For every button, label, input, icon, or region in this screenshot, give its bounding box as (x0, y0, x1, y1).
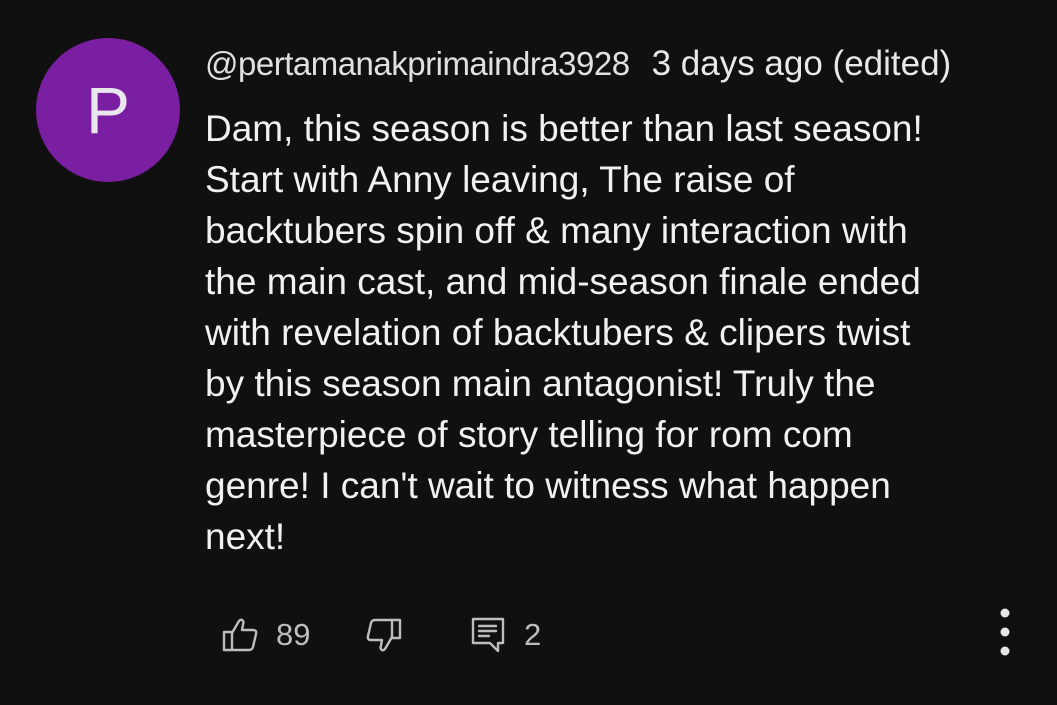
comment-text: Dam, this season is better than last sea… (205, 108, 923, 557)
comment-actions: 89 2 (0, 605, 1057, 661)
reply-button[interactable] (466, 613, 510, 657)
comment-header: @pertamanakprimaindra3928 3 days ago (ed… (205, 42, 951, 86)
thumbs-down-icon (366, 618, 402, 652)
thumbs-up-icon (222, 618, 258, 652)
comment-icon (471, 617, 505, 653)
like-count: 89 (276, 617, 311, 652)
author-name[interactable]: @pertamanakprimaindra3928 (205, 45, 630, 83)
reply-count: 2 (524, 617, 542, 652)
like-button[interactable] (218, 613, 262, 657)
avatar-letter: P (85, 73, 131, 147)
avatar[interactable]: P (36, 38, 180, 182)
vertical-ellipsis-icon (1000, 608, 1010, 656)
comment-timestamp[interactable]: 3 days ago (edited) (652, 44, 952, 84)
dislike-button[interactable] (362, 613, 406, 657)
more-options-button[interactable] (985, 605, 1025, 661)
